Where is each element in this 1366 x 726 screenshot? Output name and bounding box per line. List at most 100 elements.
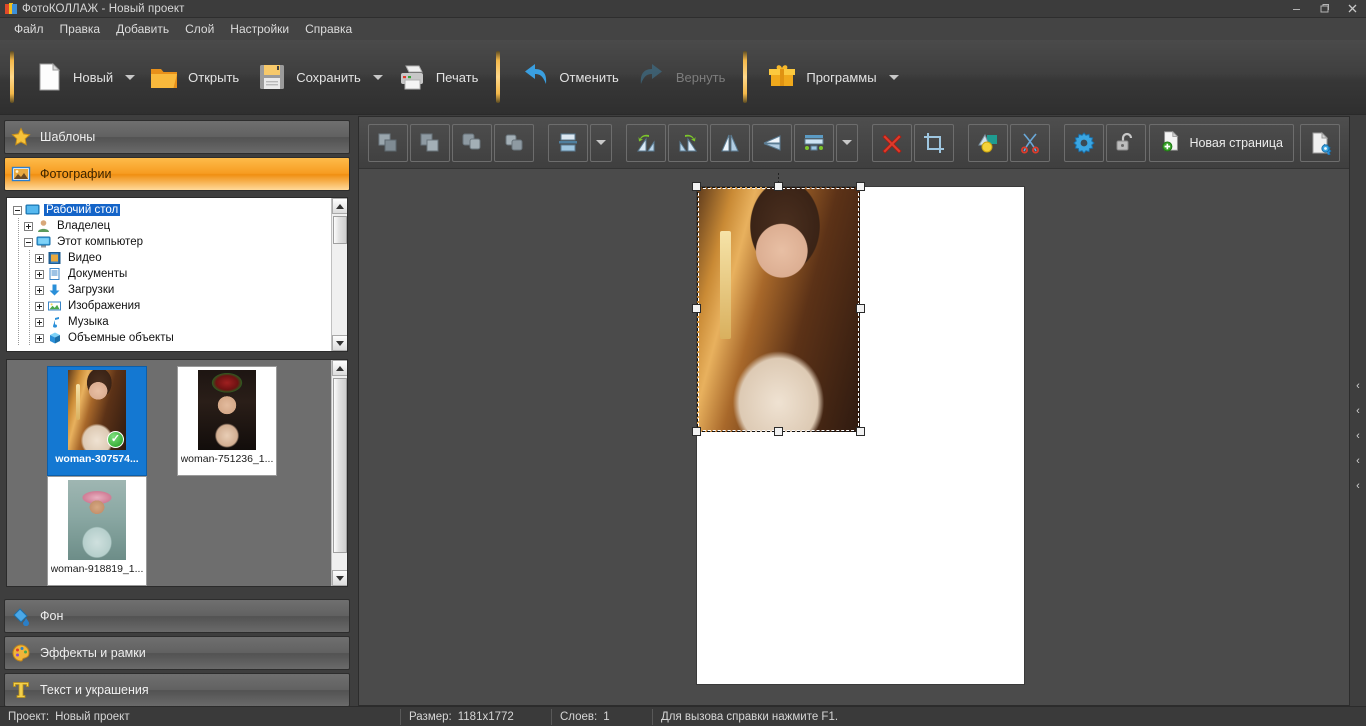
minimize-button[interactable] [1282,0,1310,18]
menu-layer[interactable]: Слой [177,19,222,39]
redo-button: Вернуть [627,49,734,105]
programs-dropdown[interactable] [885,49,903,105]
distribute-dropdown[interactable] [836,123,858,162]
bring-forward-button[interactable] [410,123,450,162]
sidebar-panel-background[interactable]: Фон [4,599,350,633]
expander-plus-icon[interactable] [35,333,44,343]
title-bar: ФотоКОЛЛАЖ - Новый проект [0,0,1366,18]
sidebar-panel-text[interactable]: Текст и украшения [4,673,350,707]
print-label: Печать [435,69,479,85]
expander-plus-icon[interactable] [35,317,44,327]
scroll-up-button[interactable] [332,360,347,376]
expander-plus-icon[interactable] [35,285,44,295]
expander-minus-icon[interactable] [13,205,22,215]
scroll-down-button[interactable] [332,335,347,351]
expander-plus-icon[interactable] [35,301,44,311]
tree-item-downloads[interactable]: Загрузки [13,282,331,298]
tree-item-music[interactable]: Музыка [13,314,331,330]
tree-item-documents[interactable]: Документы [13,266,331,282]
save-button[interactable]: Сохранить [247,49,369,105]
chevron-down-icon [336,340,344,346]
rotate-left-button[interactable] [626,123,666,162]
pictures-folder-icon [47,299,62,313]
expander-minus-icon[interactable] [24,237,33,247]
expander-plus-icon[interactable] [35,269,44,279]
settings-button[interactable] [1064,123,1104,162]
canvas-stage[interactable] [359,169,1349,705]
distribute-button[interactable] [794,123,834,162]
align-dropdown[interactable] [590,123,612,162]
scroll-up-button[interactable] [332,198,347,214]
photocollage-window: ФотоКОЛЛАЖ - Новый проект Файл Правка До… [0,0,1366,726]
tree-item-this-pc-label: Этот компьютер [57,236,143,248]
undo-arrow-icon [518,60,552,94]
menu-bar: Файл Правка Добавить Слой Настройки Спра… [0,18,1366,40]
expander-plus-icon[interactable] [24,221,33,231]
folder-tree-scrollbar[interactable] [331,198,347,351]
folder-tree[interactable]: Рабочий стол Владелец Этот компьютер Вид… [7,198,331,351]
new-page-button[interactable]: Новая страница [1149,123,1294,162]
new-project-button[interactable]: Новый [24,49,121,105]
star-icon [11,127,31,147]
tree-item-pictures[interactable]: Изображения [13,298,331,314]
status-layers-label: Слоев: [560,710,598,723]
tree-item-video[interactable]: Видео [13,250,331,266]
new-page-icon [1160,130,1182,155]
restore-button[interactable] [1310,0,1338,18]
new-project-dropdown[interactable] [121,49,139,105]
tree-item-desktop[interactable]: Рабочий стол [13,202,331,218]
cutout-button[interactable] [1010,123,1050,162]
menu-add[interactable]: Добавить [108,19,177,39]
collage-page[interactable] [692,173,1024,684]
sidebar-panel-photos[interactable]: Фотографии [4,157,350,191]
collapse-chevron-4[interactable]: ‹ [1352,451,1364,471]
scroll-thumb[interactable] [333,378,347,553]
collapse-chevron-1[interactable]: ‹ [1352,376,1364,396]
menu-settings[interactable]: Настройки [222,19,297,39]
lock-button[interactable] [1106,123,1146,162]
effects-button[interactable] [968,123,1008,162]
print-button[interactable]: Печать [387,49,487,105]
scroll-down-button[interactable] [332,570,347,586]
rotation-stem [778,173,779,187]
tree-item-this-pc[interactable]: Этот компьютер [13,234,331,250]
sidebar-panel-effects[interactable]: Эффекты и рамки [4,636,350,670]
thumbnail-item[interactable]: woman-918819_1... [47,476,147,586]
flip-vertical-button[interactable] [752,123,792,162]
thumbnail-item[interactable]: ✓ woman-307574... [47,366,147,476]
scroll-thumb[interactable] [333,216,347,244]
flip-horizontal-button[interactable] [710,123,750,162]
close-button[interactable] [1338,0,1366,18]
collapse-chevron-3[interactable]: ‹ [1352,426,1364,446]
programs-button[interactable]: Программы [757,49,884,105]
chevron-down-icon [125,74,136,80]
thumbnail-item[interactable]: woman-751236_1... [177,366,277,476]
open-label: Открыть [188,69,240,85]
sidebar-panel-templates[interactable]: Шаблоны [4,120,350,154]
page-settings-button[interactable] [1300,123,1340,162]
undo-button[interactable]: Отменить [510,49,626,105]
collapse-chevron-2[interactable]: ‹ [1352,401,1364,421]
bring-to-front-button[interactable] [368,123,408,162]
expander-plus-icon[interactable] [35,253,44,263]
open-button[interactable]: Открыть [139,49,247,105]
photocollage-logo-icon [5,2,17,15]
send-to-back-button[interactable] [494,123,534,162]
delete-button[interactable] [872,123,912,162]
crop-button[interactable] [914,123,954,162]
placed-photo[interactable] [697,187,860,432]
send-backward-button[interactable] [452,123,492,162]
menu-edit[interactable]: Правка [52,19,109,39]
open-folder-icon [147,60,181,94]
save-dropdown[interactable] [369,49,387,105]
collapse-chevron-5[interactable]: ‹ [1352,476,1364,496]
rotate-right-button[interactable] [668,123,708,162]
floppy-disk-icon [255,60,289,94]
tree-item-3d-objects[interactable]: Объемные объекты [13,330,331,346]
align-button[interactable] [548,123,588,162]
thumbnails-scrollbar[interactable] [331,360,347,586]
tree-item-owner[interactable]: Владелец [13,218,331,234]
gift-box-icon [765,60,799,94]
menu-file[interactable]: Файл [6,19,52,39]
menu-help[interactable]: Справка [297,19,360,39]
